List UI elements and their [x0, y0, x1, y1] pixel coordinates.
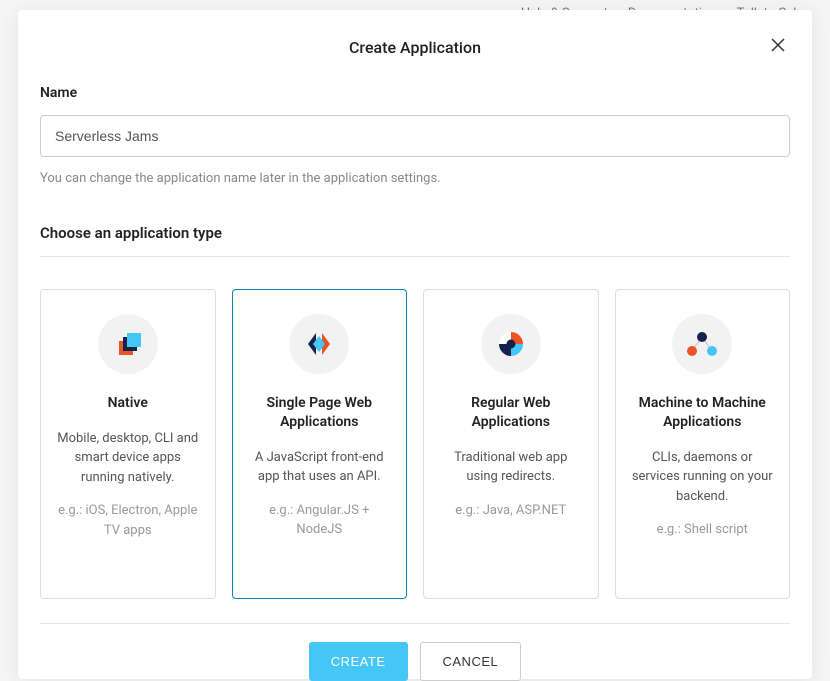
regular-web-icon [481, 314, 541, 374]
application-name-input[interactable] [40, 115, 790, 157]
card-eg: e.g.: Java, ASP.NET [438, 501, 584, 521]
card-eg: e.g.: Angular.JS + NodeJS [247, 501, 393, 540]
name-helper-text: You can change the application name late… [40, 171, 790, 186]
card-desc: A JavaScript front-end app that uses an … [247, 448, 393, 487]
type-card-regular-web[interactable]: Regular Web Applications Traditional web… [423, 289, 599, 599]
modal-title: Create Application [40, 38, 790, 57]
type-card-m2m[interactable]: Machine to Machine Applications CLIs, da… [615, 289, 791, 599]
card-title: Regular Web Applications [438, 394, 584, 432]
cancel-button[interactable]: CANCEL [420, 642, 522, 681]
type-card-native[interactable]: Native Mobile, desktop, CLI and smart de… [40, 289, 216, 599]
card-desc: CLIs, daemons or services running on you… [630, 448, 776, 507]
card-title: Native [55, 394, 201, 413]
native-icon [98, 314, 158, 374]
card-title: Machine to Machine Applications [630, 394, 776, 432]
card-desc: Traditional web app using redirects. [438, 448, 584, 487]
modal-header: Create Application [40, 38, 790, 57]
type-card-spa[interactable]: Single Page Web Applications A JavaScrip… [232, 289, 408, 599]
spa-icon [289, 314, 349, 374]
m2m-icon [672, 314, 732, 374]
card-eg: e.g.: iOS, Electron, Apple TV apps [55, 501, 201, 540]
card-title: Single Page Web Applications [247, 394, 393, 432]
create-application-modal: Create Application Name You can change t… [18, 10, 812, 679]
application-type-grid: Native Mobile, desktop, CLI and smart de… [40, 289, 790, 599]
modal-footer: CREATE CANCEL [40, 623, 790, 681]
create-button[interactable]: CREATE [309, 642, 408, 681]
card-desc: Mobile, desktop, CLI and smart device ap… [55, 429, 201, 488]
application-type-label: Choose an application type [40, 224, 790, 257]
card-eg: e.g.: Shell script [630, 520, 776, 540]
name-label: Name [40, 85, 790, 101]
close-icon [770, 37, 786, 53]
close-button[interactable] [766, 34, 790, 58]
